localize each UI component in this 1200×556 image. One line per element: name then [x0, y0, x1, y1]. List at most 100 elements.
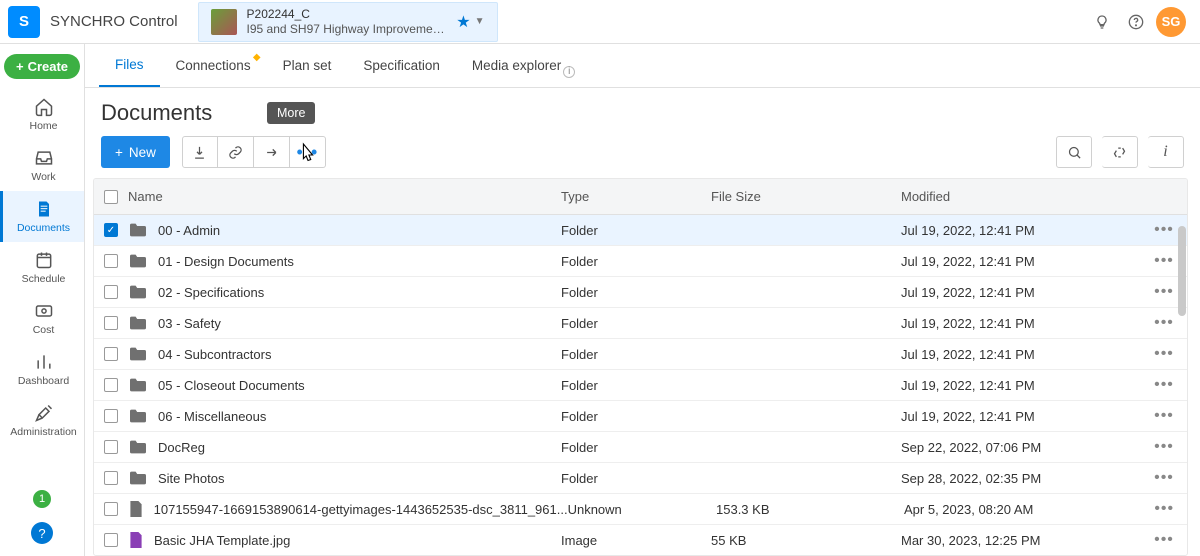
row-checkbox[interactable]	[104, 440, 118, 454]
row-name: 03 - Safety	[158, 316, 221, 331]
move-button[interactable]	[254, 136, 290, 168]
help-button[interactable]: ?	[31, 522, 53, 544]
table-row[interactable]: 05 - Closeout DocumentsFolderJul 19, 202…	[94, 370, 1187, 401]
star-icon[interactable]: ★	[456, 12, 470, 32]
tab-specification[interactable]: Specification	[347, 44, 456, 87]
row-checkbox[interactable]: ✓	[104, 223, 118, 237]
project-selector[interactable]: P202244_C I95 and SH97 Highway Improveme…	[198, 2, 498, 42]
table-row[interactable]: 06 - MiscellaneousFolderJul 19, 2022, 12…	[94, 401, 1187, 432]
user-avatar[interactable]: SG	[1156, 7, 1186, 37]
folder-icon	[128, 253, 148, 269]
sidebar-item-home[interactable]: Home	[0, 89, 84, 140]
col-modified[interactable]: Modified	[901, 189, 1141, 204]
app-logo-text: S	[19, 13, 29, 30]
row-checkbox[interactable]	[104, 409, 118, 423]
table-row[interactable]: 03 - SafetyFolderJul 19, 2022, 12:41 PM•…	[94, 308, 1187, 339]
folder-icon	[128, 439, 148, 455]
tab-bar: Files Connections◆ Plan set Specificatio…	[85, 44, 1200, 88]
row-more-button[interactable]: •••	[1154, 500, 1174, 518]
row-type: Folder	[561, 471, 711, 486]
row-more-button[interactable]: •••	[1154, 345, 1174, 363]
create-button[interactable]: + Create	[4, 54, 80, 79]
help-icon[interactable]	[1122, 8, 1150, 36]
table-row[interactable]: ✓00 - AdminFolderJul 19, 2022, 12:41 PM•…	[94, 215, 1187, 246]
project-thumbnail	[211, 9, 237, 35]
sidebar-item-documents[interactable]: Documents	[0, 191, 84, 242]
folder-icon	[128, 346, 148, 362]
col-type[interactable]: Type	[561, 189, 711, 204]
tab-connections[interactable]: Connections◆	[160, 44, 267, 87]
sidebar-item-administration[interactable]: Administration	[0, 395, 84, 446]
search-button[interactable]	[1056, 136, 1092, 168]
lightbulb-icon[interactable]	[1088, 8, 1116, 36]
folder-icon	[128, 377, 148, 393]
plus-icon: +	[115, 145, 123, 160]
row-more-button[interactable]: •••	[1154, 221, 1174, 239]
row-checkbox[interactable]	[104, 285, 118, 299]
file-table: Name Type File Size Modified ✓ 00 - Admin…	[93, 178, 1188, 556]
more-button[interactable]: •••	[290, 136, 326, 168]
col-size[interactable]: File Size	[711, 189, 901, 204]
row-more-button[interactable]: •••	[1154, 252, 1174, 270]
row-name: 05 - Closeout Documents	[158, 378, 305, 393]
notification-badge[interactable]: 1	[33, 490, 51, 508]
toolbar: + New •••	[85, 132, 1200, 178]
row-checkbox[interactable]	[104, 254, 118, 268]
row-checkbox[interactable]	[104, 471, 118, 485]
row-checkbox[interactable]	[104, 316, 118, 330]
table-row[interactable]: 01 - Design DocumentsFolderJul 19, 2022,…	[94, 246, 1187, 277]
chevron-down-icon[interactable]: ▼	[475, 16, 485, 27]
sidebar-item-work[interactable]: Work	[0, 140, 84, 191]
app-logo[interactable]: S	[8, 6, 40, 38]
row-checkbox[interactable]	[104, 378, 118, 392]
sidebar-item-dashboard[interactable]: Dashboard	[0, 344, 84, 395]
row-name: 107155947-1669153890614-gettyimages-1443…	[154, 502, 568, 517]
tab-media-explorer[interactable]: Media exploreri	[456, 44, 591, 87]
info-button[interactable]: i	[1148, 136, 1184, 168]
sidebar-item-cost[interactable]: Cost	[0, 293, 84, 344]
link-button[interactable]	[218, 136, 254, 168]
row-more-button[interactable]: •••	[1154, 407, 1174, 425]
table-row[interactable]: Site PhotosFolderSep 28, 2022, 02:35 PM•…	[94, 463, 1187, 494]
file-icon	[128, 499, 144, 519]
row-type: Folder	[561, 254, 711, 269]
left-rail: + Create Home Work Documents Schedule Co…	[0, 44, 85, 556]
row-name: Basic JHA Template.jpg	[154, 533, 290, 548]
row-checkbox[interactable]	[104, 533, 118, 547]
link-icon	[228, 145, 243, 160]
row-more-button[interactable]: •••	[1154, 314, 1174, 332]
table-row[interactable]: 04 - SubcontractorsFolderJul 19, 2022, 1…	[94, 339, 1187, 370]
sidebar-item-schedule[interactable]: Schedule	[0, 242, 84, 293]
row-more-button[interactable]: •••	[1154, 376, 1174, 394]
recycle-button[interactable]	[1102, 136, 1138, 168]
row-more-button[interactable]: •••	[1154, 283, 1174, 301]
folder-icon	[128, 315, 148, 331]
search-icon	[1067, 145, 1082, 160]
new-button[interactable]: + New	[101, 136, 170, 168]
row-size: 153.3 KB	[716, 502, 904, 517]
table-row[interactable]: 02 - SpecificationsFolderJul 19, 2022, 1…	[94, 277, 1187, 308]
tab-planset[interactable]: Plan set	[267, 44, 348, 87]
download-button[interactable]	[182, 136, 218, 168]
table-row[interactable]: Basic JHA Template.jpgImage55 KBMar 30, …	[94, 525, 1187, 556]
row-modified: Jul 19, 2022, 12:41 PM	[901, 316, 1141, 331]
tab-files[interactable]: Files	[99, 44, 160, 87]
flag-icon: ◆	[253, 52, 261, 63]
table-row[interactable]: DocRegFolderSep 22, 2022, 07:06 PM•••	[94, 432, 1187, 463]
home-icon	[34, 97, 54, 117]
row-more-button[interactable]: •••	[1154, 438, 1174, 456]
scrollbar[interactable]	[1178, 226, 1186, 316]
row-name: 00 - Admin	[158, 223, 220, 238]
row-modified: Jul 19, 2022, 12:41 PM	[901, 347, 1141, 362]
select-all-checkbox[interactable]	[104, 190, 118, 204]
row-more-button[interactable]: •••	[1154, 469, 1174, 487]
row-modified: Apr 5, 2023, 08:20 AM	[904, 502, 1141, 517]
sidebar-item-label: Documents	[17, 222, 70, 234]
row-more-button[interactable]: •••	[1154, 531, 1174, 549]
arrow-right-icon	[264, 145, 279, 160]
row-checkbox[interactable]	[104, 502, 118, 516]
table-row[interactable]: 107155947-1669153890614-gettyimages-1443…	[94, 494, 1187, 525]
info-icon: i	[1163, 143, 1167, 161]
row-checkbox[interactable]	[104, 347, 118, 361]
col-name[interactable]: Name	[128, 189, 561, 204]
